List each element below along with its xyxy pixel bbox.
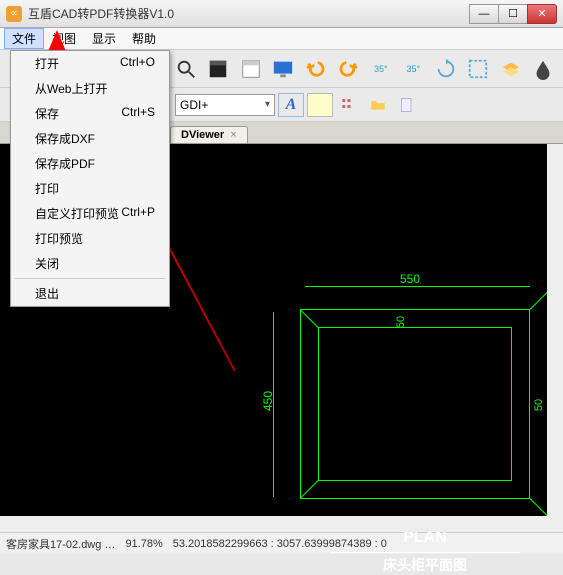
renderer-select[interactable]: GDI+ — [175, 94, 275, 116]
menu-save[interactable]: 保存Ctrl+S — [11, 101, 169, 126]
menu-print-preview-custom[interactable]: 自定义打印预览Ctrl+P — [11, 201, 169, 226]
menu-exit[interactable]: 退出 — [11, 281, 169, 306]
menu-separator — [15, 278, 165, 279]
vertical-scrollbar[interactable] — [547, 144, 563, 532]
window-controls: — ☐ ✕ — [470, 4, 557, 24]
dim-right: 50 — [533, 399, 545, 411]
settings-icon[interactable] — [336, 93, 362, 117]
window-title: 互盾CAD转PDF转换器V1.0 — [28, 5, 470, 22]
menu-file[interactable]: 文件 — [4, 28, 44, 49]
status-zoom: 91.78% — [125, 538, 162, 550]
plan-subtitle: 床头柜平面图 — [330, 552, 520, 575]
menu-print-preview[interactable]: 打印预览 — [11, 226, 169, 251]
horizontal-scrollbar[interactable] — [0, 516, 563, 532]
rotate-left-icon[interactable]: 35° — [365, 53, 396, 85]
close-button[interactable]: ✕ — [527, 4, 557, 24]
undo-icon[interactable] — [300, 53, 331, 85]
layers-icon[interactable] — [495, 53, 526, 85]
document-icon[interactable] — [394, 93, 420, 117]
dim-top: 550 — [400, 272, 420, 286]
maximize-button[interactable]: ☐ — [498, 4, 528, 24]
status-filename: 客房家具17-02.dwg … — [6, 536, 115, 552]
menu-open-web[interactable]: 从Web上打开 — [11, 76, 169, 101]
window-black-icon[interactable] — [203, 53, 234, 85]
menu-print[interactable]: 打印 — [11, 176, 169, 201]
redo-icon[interactable] — [333, 53, 364, 85]
monitor-icon[interactable] — [268, 53, 299, 85]
minimize-button[interactable]: — — [469, 4, 499, 24]
dim-line-top — [305, 286, 530, 287]
titlebar: ∝ 互盾CAD转PDF转换器V1.0 — ☐ ✕ — [0, 0, 563, 28]
file-dropdown: 打开Ctrl+O 从Web上打开 保存Ctrl+S 保存成DXF 保存成PDF … — [10, 50, 170, 307]
menu-save-pdf[interactable]: 保存成PDF — [11, 151, 169, 176]
droplet-icon[interactable] — [527, 53, 558, 85]
dim-left: 450 — [261, 391, 275, 411]
menubar: 文件 视图 显示 帮助 打开Ctrl+O 从Web上打开 保存Ctrl+S 保存… — [0, 28, 563, 50]
menu-display[interactable]: 显示 — [84, 28, 124, 49]
menu-save-dxf[interactable]: 保存成DXF — [11, 126, 169, 151]
rotate-right-icon[interactable]: 35° — [398, 53, 429, 85]
menu-help[interactable]: 帮助 — [124, 28, 164, 49]
window-white-icon[interactable] — [235, 53, 266, 85]
viewer-tab[interactable]: DViewer× — [170, 126, 248, 143]
menu-close-file[interactable]: 关闭 — [11, 251, 169, 276]
tab-close-icon[interactable]: × — [230, 129, 236, 141]
folder-icon[interactable] — [365, 93, 391, 117]
text-style-button[interactable]: A — [278, 93, 304, 117]
note-icon[interactable] — [307, 93, 333, 117]
plan-drawing — [300, 309, 530, 499]
refresh-icon[interactable] — [430, 53, 461, 85]
select-rect-icon[interactable] — [463, 53, 494, 85]
app-icon: ∝ — [6, 6, 22, 22]
menu-open[interactable]: 打开Ctrl+O — [11, 51, 169, 76]
search-icon[interactable] — [170, 53, 201, 85]
